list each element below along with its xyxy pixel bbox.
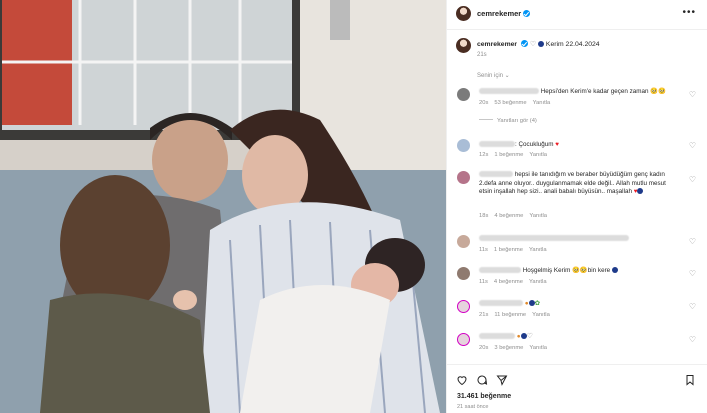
blurred-username [479,171,513,177]
comment-text: : Çocukluğum ♥ [479,141,679,150]
blurred-username [479,267,521,273]
reply-link[interactable]: Yanıtla [532,312,550,318]
post-photo[interactable] [0,0,446,413]
nazar-emoji-icon [538,41,545,47]
view-replies-link[interactable]: Yanıtları gör (4) [479,118,537,124]
comment-avatar[interactable] [457,300,470,313]
heart-icon[interactable] [456,374,468,386]
heart-icon[interactable]: ♡ [689,237,696,246]
comment-text: hepsi ile tanıdığım ve beraber büyüdüğüm… [479,171,666,196]
comment-text: Hepsi'den Kerim'e kadar geçen zaman 🥺🥺 [479,88,679,97]
comment-meta: 18s 4 beğenme Yanıtla [479,213,547,219]
heart-emoji-icon: ♡ [529,41,537,48]
blurred-username [479,300,523,306]
heart-icon[interactable]: ♡ [689,175,696,184]
comment-meta: 20s 53 beğenme Yanıtla [479,100,551,106]
reply-link[interactable]: Yanıtla [529,213,547,219]
blurred-username [479,333,515,339]
like-count[interactable]: 31.461 beğenme [457,393,511,400]
reply-link[interactable]: Yanıtla [533,100,551,106]
caption-username[interactable]: cemrekemer [477,41,517,48]
comment-meta: 11s 4 beğenme Yanıtla [479,279,547,285]
comment-avatar[interactable] [457,267,470,280]
comment-text: ● ✿ [479,300,679,309]
caption-time: 21s [477,52,487,58]
comment-avatar[interactable] [457,171,470,184]
username-row[interactable]: cemrekemer [477,9,531,18]
comment-text: ● ♡ [479,333,679,342]
blurred-comment [479,235,629,241]
comment-avatar[interactable] [457,139,470,152]
comment-meta: 11s 1 beğenme Yanıtla [479,247,547,253]
caption-avatar[interactable] [456,38,471,53]
bookmark-icon[interactable] [684,374,696,386]
comment-text: Hoşgelmiş Kerim 🥺🥺bin kere [479,267,679,276]
heart-icon[interactable]: ♡ [689,90,696,99]
comment-meta: 20s 3 beğenme Yanıtla [479,345,547,351]
verified-icon [523,10,531,17]
comment-icon[interactable] [476,374,488,386]
comment-meta: 12s 1 beğenme Yanıtla [479,152,547,158]
heart-icon[interactable]: ♡ [689,269,696,278]
comment-avatar[interactable] [457,235,470,248]
reply-link[interactable]: Yanıtla [529,345,547,351]
post-time[interactable]: 21 saat önce [457,404,489,410]
heart-icon[interactable]: ♡ [689,141,696,150]
post-actions: 31.461 beğenme 21 saat önce [447,364,707,413]
blurred-username [479,141,515,147]
caption-line: cemrekemer ♡ Kerim 22.04.2024 [477,40,600,48]
family-photo-illustration [0,0,446,413]
reply-link[interactable]: Yanıtla [529,247,547,253]
more-horizontal-icon[interactable]: ••• [682,7,696,18]
heart-icon[interactable]: ♡ [689,335,696,344]
heart-icon[interactable]: ♡ [689,302,696,311]
share-icon[interactable] [496,374,508,386]
username[interactable]: cemrekemer [477,9,521,18]
blurred-username [479,88,539,94]
comment-avatar[interactable] [457,333,470,346]
comment-sort-dropdown[interactable]: Senin için ⌄ [477,72,510,79]
user-avatar[interactable] [456,6,471,21]
reply-link[interactable]: Yanıtla [529,152,547,158]
verified-icon [520,40,528,47]
comment-text [479,235,679,244]
post-side-panel: cemrekemer ••• cemrekemer ♡ Kerim 22.04.… [446,0,707,413]
reply-link[interactable]: Yanıtla [529,279,547,285]
comment-meta: 21s 11 beğenme Yanıtla [479,312,550,318]
comment-avatar[interactable] [457,88,470,101]
post-header: cemrekemer ••• [447,0,707,30]
caption-text: Kerim 22.04.2024 [545,41,600,48]
